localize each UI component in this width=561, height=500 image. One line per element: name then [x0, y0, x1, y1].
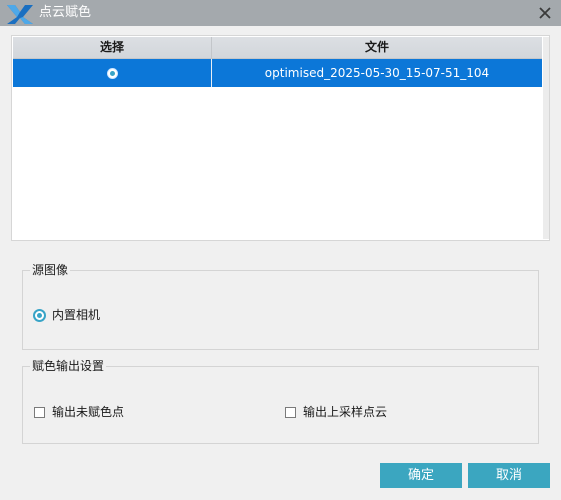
radio-dot-icon — [37, 312, 42, 318]
row-select-radio[interactable] — [106, 67, 118, 79]
column-header-file[interactable]: 文件 — [212, 37, 542, 58]
color-output-settings-group: 赋色输出设置 输出未赋色点 输出上采样点云 — [22, 358, 539, 444]
table-header: 选择 文件 — [13, 37, 542, 59]
radio-dot-icon — [109, 70, 115, 76]
radio-button[interactable] — [33, 308, 46, 322]
table-row[interactable]: optimised_2025-05-30_15-07-51_104 — [13, 59, 542, 87]
file-table: 选择 文件 optimised_2025-05-30_15-07-51_104 — [11, 35, 550, 241]
vertical-scrollbar[interactable] — [543, 37, 549, 239]
builtin-camera-radio[interactable]: 内置相机 — [33, 307, 100, 323]
app-logo-icon — [7, 5, 33, 24]
title-bar: 点云赋色 — [0, 0, 561, 26]
source-image-group-title: 源图像 — [30, 262, 71, 278]
column-header-select[interactable]: 选择 — [13, 37, 212, 58]
output-uncolored-points-checkbox[interactable] — [34, 406, 45, 418]
output-uncolored-points-label[interactable]: 输出未赋色点 — [52, 404, 124, 420]
ok-button[interactable]: 确定 — [380, 463, 462, 488]
row-file-name: optimised_2025-05-30_15-07-51_104 — [264, 66, 490, 80]
cancel-button[interactable]: 取消 — [468, 463, 550, 488]
output-upsampled-cloud-option[interactable]: 输出上采样点云 — [285, 404, 387, 420]
builtin-camera-label[interactable]: 内置相机 — [52, 307, 100, 323]
output-uncolored-points-option[interactable]: 输出未赋色点 — [34, 404, 124, 420]
close-icon[interactable] — [539, 7, 551, 19]
output-upsampled-cloud-label[interactable]: 输出上采样点云 — [303, 404, 387, 420]
close-button[interactable] — [534, 2, 556, 24]
output-upsampled-cloud-checkbox[interactable] — [285, 406, 296, 418]
source-image-group: 源图像 内置相机 — [22, 262, 539, 350]
row-select-cell[interactable] — [13, 59, 212, 87]
window-title: 点云赋色 — [39, 5, 92, 20]
color-output-settings-title: 赋色输出设置 — [30, 358, 107, 374]
